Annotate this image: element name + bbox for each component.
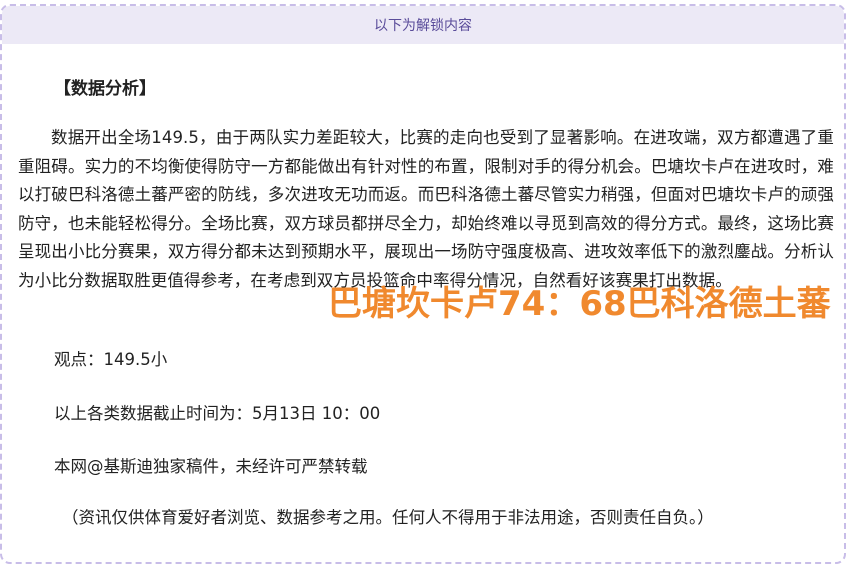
viewpoint-line: 观点：149.5小 [54,350,168,369]
disclaimer-line: （资讯仅供体育爱好者浏览、数据参考之用。任何人不得用于非法用途，否则责任自负。） [62,508,714,527]
score-overlay: 巴塘坎卡卢74：68巴科洛德土蕃 [328,284,831,324]
section-heading: 【数据分析】 [54,79,156,99]
unlock-banner: 以下为解锁内容 [2,6,844,44]
analysis-paragraph: 数据开出全场149.5，由于两队实力差距较大，比赛的走向也受到了显著影响。在进攻… [18,128,834,290]
cutoff-time-line: 以上各类数据截止时间为：5月13日 10：00 [54,404,381,423]
copyright-line: 本网@基斯迪独家稿件，未经许可严禁转载 [54,457,368,476]
